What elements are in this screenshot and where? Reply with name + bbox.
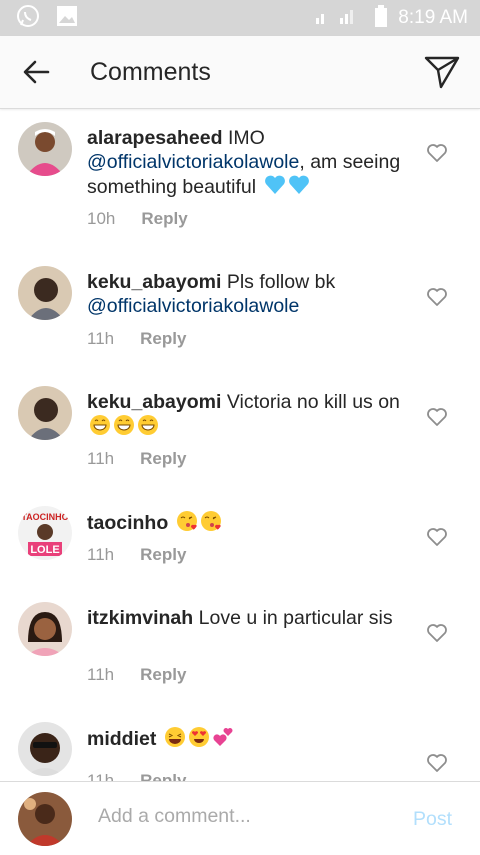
- comment-time: 11h: [87, 329, 115, 348]
- comment-username[interactable]: taocinho: [87, 512, 168, 534]
- reply-button[interactable]: Reply: [140, 665, 186, 685]
- paper-plane-icon: [424, 56, 460, 89]
- comment-username[interactable]: keku_abayomi: [87, 271, 221, 293]
- grin-emoji-icon: [114, 415, 134, 435]
- status-time: 8:19 AM: [398, 7, 468, 28]
- like-heart-icon[interactable]: [426, 142, 448, 164]
- comment-text: Love u in particular sis: [198, 607, 393, 629]
- comment-username[interactable]: middiet: [87, 728, 156, 750]
- post-button[interactable]: Post: [413, 808, 452, 831]
- comment-username[interactable]: alarapesaheed: [87, 127, 223, 149]
- signal-icon: [314, 6, 364, 31]
- current-user-avatar: [18, 792, 72, 846]
- comment-time: 11h: [87, 665, 115, 684]
- comment-username[interactable]: keku_abayomi: [87, 391, 221, 413]
- comment-username[interactable]: itzkimvinah: [87, 607, 193, 629]
- comment-text: IMO: [227, 127, 265, 149]
- comment-item: keku_abayomi Victoria no kill us on 11h …: [0, 369, 480, 489]
- reply-button[interactable]: Reply: [140, 545, 186, 565]
- gallery-icon: [56, 5, 78, 32]
- blue-heart-icon: [264, 175, 285, 194]
- comment-time: 11h: [87, 771, 115, 781]
- like-heart-icon[interactable]: [426, 406, 448, 428]
- comment-item: middiet 11h Reply: [0, 705, 480, 781]
- heart-eyes-emoji-icon: [188, 727, 209, 747]
- grin-emoji-icon: [138, 415, 158, 435]
- grin-emoji-icon: [90, 415, 110, 435]
- back-arrow-icon: [23, 60, 50, 84]
- comment-item: alarapesaheed IMO @officialvictoriakolaw…: [0, 109, 480, 249]
- app-bar: Comments: [0, 36, 480, 109]
- avatar[interactable]: TAOCINHO LOLE: [18, 506, 72, 560]
- kiss-emoji-icon: [176, 511, 197, 531]
- avatar[interactable]: [18, 122, 72, 176]
- svg-text:LOLE: LOLE: [30, 544, 59, 556]
- battery-icon: [374, 4, 388, 32]
- blue-heart-icon: [288, 175, 309, 194]
- back-button[interactable]: [20, 56, 52, 88]
- avatar[interactable]: [18, 386, 72, 440]
- kiss-emoji-icon: [200, 511, 221, 531]
- mention-link[interactable]: @officialvictoriakolawole: [87, 151, 299, 173]
- comment-input[interactable]: [96, 804, 400, 829]
- comment-time: 10h: [87, 209, 116, 228]
- comment-item: keku_abayomi Pls follow bk @officialvict…: [0, 249, 480, 369]
- page-title: Comments: [90, 57, 211, 86]
- comment-item: TAOCINHO LOLE taocinho 11h Reply: [0, 489, 480, 585]
- reply-button[interactable]: Reply: [140, 771, 186, 781]
- comment-text: Pls follow bk: [226, 271, 336, 293]
- whatsapp-icon: [16, 4, 40, 33]
- like-heart-icon[interactable]: [426, 526, 448, 548]
- reply-button[interactable]: Reply: [141, 209, 187, 229]
- comment-item: itzkimvinah Love u in particular sis 11h…: [0, 585, 480, 705]
- comment-time: 11h: [87, 545, 115, 564]
- reply-button[interactable]: Reply: [140, 449, 186, 469]
- status-bar: 8:19 AM: [0, 0, 480, 36]
- comments-list[interactable]: alarapesaheed IMO @officialvictoriakolaw…: [0, 109, 480, 781]
- comment-composer: Post: [0, 781, 480, 855]
- mention-link[interactable]: @officialvictoriakolawole: [87, 295, 299, 317]
- avatar[interactable]: [18, 722, 72, 776]
- avatar[interactable]: [18, 602, 72, 656]
- reply-button[interactable]: Reply: [140, 329, 186, 349]
- like-heart-icon[interactable]: [426, 752, 448, 774]
- comment-text: Victoria no kill us on: [226, 391, 400, 413]
- two-hearts-icon: [213, 728, 233, 746]
- avatar[interactable]: [18, 266, 72, 320]
- laugh-emoji-icon: [164, 727, 185, 747]
- comment-time: 11h: [87, 449, 115, 468]
- like-heart-icon[interactable]: [426, 286, 448, 308]
- like-heart-icon[interactable]: [426, 622, 448, 644]
- share-button[interactable]: [422, 52, 462, 92]
- svg-text:TAOCINHO: TAOCINHO: [21, 512, 68, 522]
